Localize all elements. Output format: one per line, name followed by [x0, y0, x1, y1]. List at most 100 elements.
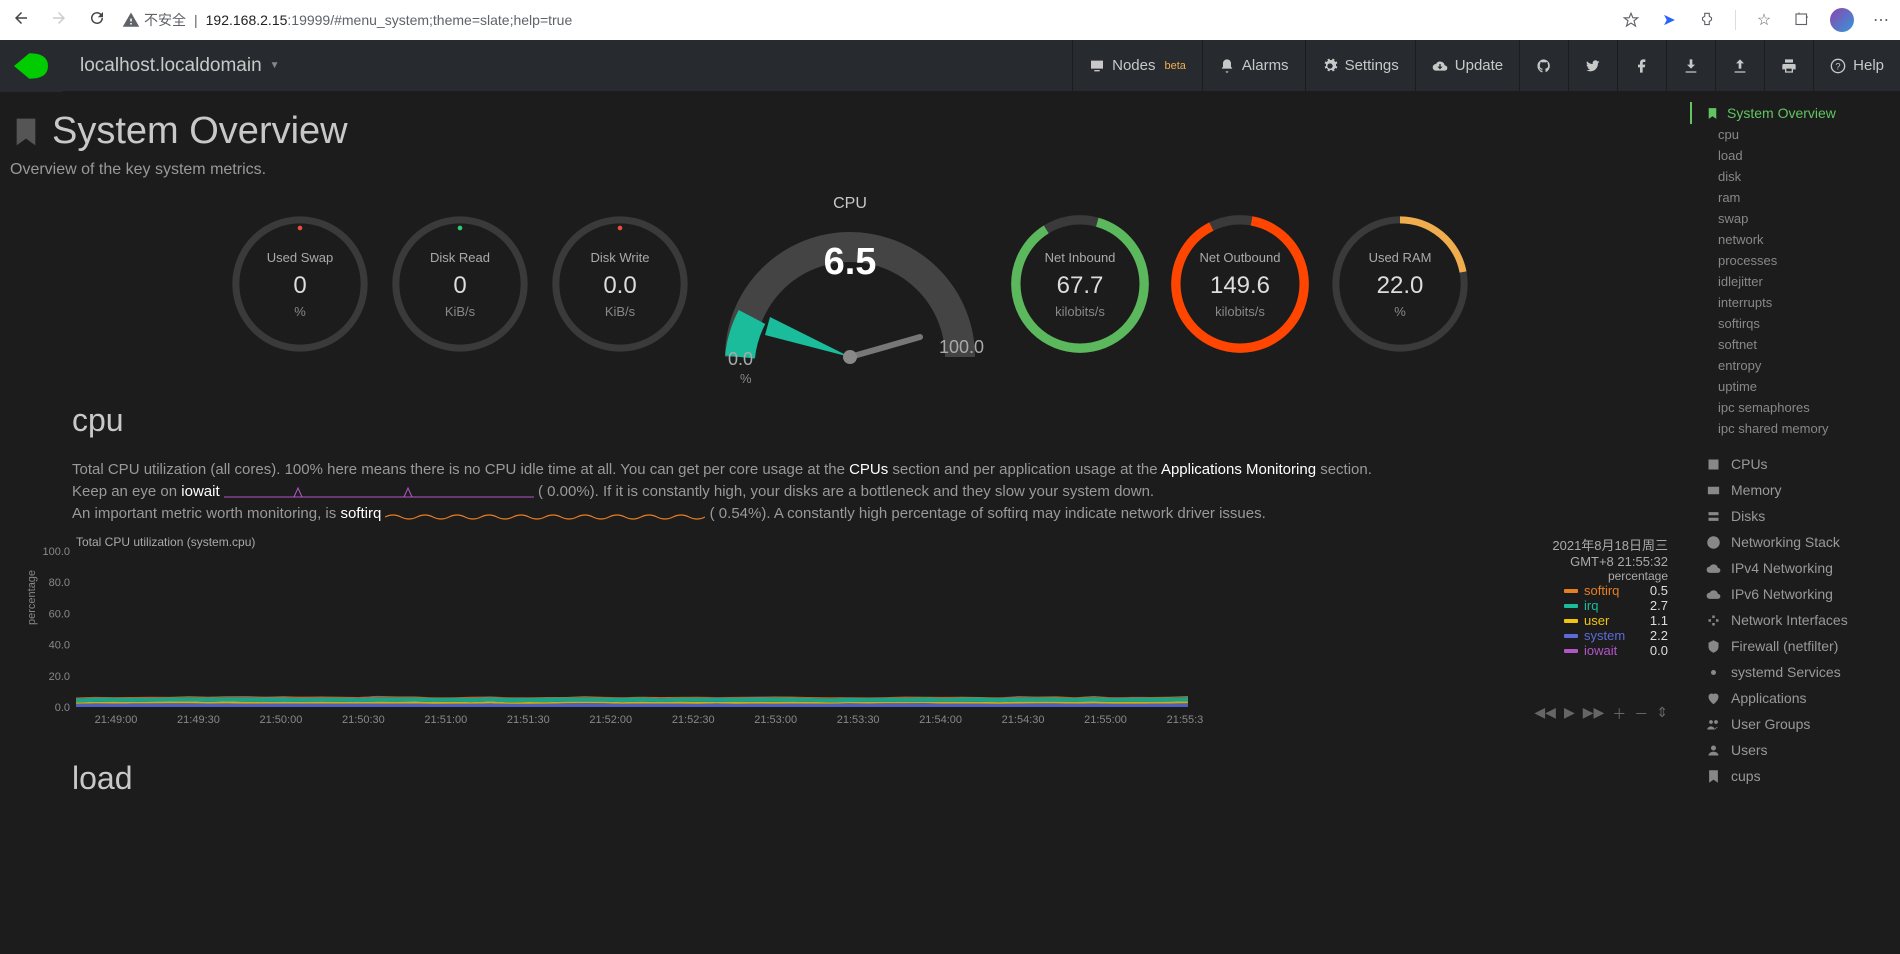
page-title: System Overview [52, 110, 348, 153]
cpu-description: Total CPU utilization (all cores). 100% … [72, 459, 1650, 525]
extension-icon-1[interactable]: ➤ [1659, 10, 1679, 30]
back-button[interactable] [8, 5, 34, 36]
nav-twitter[interactable] [1568, 40, 1617, 91]
sidebar-cat-memory[interactable]: Memory [1690, 477, 1900, 503]
sidebar-cat-cpus[interactable]: CPUs [1690, 451, 1900, 477]
gauge-disk-read[interactable]: Disk Read 0 KiB/s [390, 214, 530, 354]
forward-button[interactable] [46, 5, 72, 36]
nav-settings[interactable]: Settings [1305, 40, 1415, 91]
sidebar-cat-disks[interactable]: Disks [1690, 503, 1900, 529]
monitor-icon [1089, 58, 1105, 74]
netdata-navbar: localhost.localdomain▼ Nodesbeta Alarms … [0, 40, 1900, 92]
svg-text:60.0: 60.0 [49, 608, 70, 620]
cpu-chart[interactable]: Total CPU utilization (system.cpu) perce… [28, 535, 1690, 730]
svg-text:21:51:00: 21:51:00 [424, 714, 467, 725]
chart-rewind-icon[interactable]: ◀◀ [1534, 704, 1556, 724]
sidebar-sub-network[interactable]: network [1690, 229, 1900, 250]
category-icon [1706, 483, 1721, 498]
main-content: System Overview Overview of the key syst… [0, 92, 1690, 954]
chart-zoomin-icon[interactable]: ＋ [1612, 704, 1626, 724]
nav-github[interactable] [1519, 40, 1568, 91]
svg-text:20.0: 20.0 [49, 671, 70, 683]
github-icon [1536, 58, 1552, 74]
gauge-net-inbound[interactable]: Net Inbound 67.7 kilobits/s [1010, 214, 1150, 354]
svg-text:80.0: 80.0 [49, 577, 70, 589]
extension-icon-2[interactable] [1697, 10, 1717, 30]
sidebar-sub-softnet[interactable]: softnet [1690, 334, 1900, 355]
sidebar-cat-network-interfaces[interactable]: Network Interfaces [1690, 607, 1900, 633]
nav-nodes[interactable]: Nodesbeta [1072, 40, 1202, 91]
profile-avatar[interactable] [1830, 8, 1854, 32]
nav-upload[interactable] [1715, 40, 1764, 91]
sidebar-sub-ipc-semaphores[interactable]: ipc semaphores [1690, 397, 1900, 418]
nav-alarms[interactable]: Alarms [1202, 40, 1305, 91]
address-bar[interactable]: 不安全 | 192.168.2.15:19999/#menu_system;th… [122, 10, 1609, 30]
sidebar-sub-load[interactable]: load [1690, 145, 1900, 166]
sidebar-sub-processes[interactable]: processes [1690, 250, 1900, 271]
category-icon [1706, 587, 1721, 602]
sidebar-sub-ipc-shared-memory[interactable]: ipc shared memory [1690, 418, 1900, 439]
gauge-net-outbound[interactable]: Net Outbound 149.6 kilobits/s [1170, 214, 1310, 354]
sidebar-sub-ram[interactable]: ram [1690, 187, 1900, 208]
chart-play-icon[interactable]: ▶ [1564, 704, 1575, 724]
gauges-row: Used Swap 0 % Disk Read 0 KiB/s Disk Wri… [10, 195, 1690, 372]
gauge-cpu[interactable]: CPU 6.5 0.0 100.0 % [710, 195, 990, 372]
svg-text:21:51:30: 21:51:30 [507, 714, 550, 725]
svg-text:21:50:00: 21:50:00 [260, 714, 303, 725]
svg-text:21:50:30: 21:50:30 [342, 714, 385, 725]
browser-actions: ➤ ☆ ⋯ [1621, 8, 1892, 32]
category-icon [1706, 613, 1721, 628]
nav-help[interactable]: ? Help [1813, 40, 1900, 91]
sidebar-cat-applications[interactable]: Applications [1690, 685, 1900, 711]
nav-facebook[interactable] [1617, 40, 1666, 91]
nav-print[interactable] [1764, 40, 1813, 91]
sidebar-cat-systemd-services[interactable]: systemd Services [1690, 659, 1900, 685]
svg-text:21:54:30: 21:54:30 [1002, 714, 1045, 725]
sidebar-cat-user-groups[interactable]: User Groups [1690, 711, 1900, 737]
chart-resize-icon[interactable]: ⇕ [1656, 704, 1668, 724]
sidebar-sub-softirqs[interactable]: softirqs [1690, 313, 1900, 334]
star-icon[interactable] [1621, 10, 1641, 30]
sidebar-sub-interrupts[interactable]: interrupts [1690, 292, 1900, 313]
more-icon[interactable]: ⋯ [1872, 10, 1892, 30]
gauge-used-ram[interactable]: Used RAM 22.0 % [1330, 214, 1470, 354]
chart-forward-icon[interactable]: ▶▶ [1583, 704, 1605, 724]
chevron-down-icon: ▼ [270, 60, 280, 71]
bookmark-icon [1706, 107, 1719, 120]
sidebar-sub-disk[interactable]: disk [1690, 166, 1900, 187]
collections-icon[interactable] [1792, 10, 1812, 30]
netdata-logo[interactable] [0, 40, 62, 92]
url-separator: | [194, 12, 198, 28]
sidebar-sub-entropy[interactable]: entropy [1690, 355, 1900, 376]
browser-toolbar: 不安全 | 192.168.2.15:19999/#menu_system;th… [0, 0, 1900, 40]
nav-download[interactable] [1666, 40, 1715, 91]
nav-update[interactable]: Update [1415, 40, 1519, 91]
category-icon [1706, 717, 1721, 732]
chart-legend: 2021年8月18日周三 GMT+8 21:55:32 percentage s… [1552, 535, 1668, 658]
sidebar-cat-cups[interactable]: cups [1690, 763, 1900, 789]
svg-text:21:53:00: 21:53:00 [754, 714, 797, 725]
reload-button[interactable] [84, 5, 110, 36]
page-subtitle: Overview of the key system metrics. [10, 161, 1690, 179]
sidebar-item-overview[interactable]: System Overview [1690, 102, 1900, 124]
sidebar-cat-firewall-netfilter-[interactable]: Firewall (netfilter) [1690, 633, 1900, 659]
sidebar-cat-users[interactable]: Users [1690, 737, 1900, 763]
sidebar-sub-idlejitter[interactable]: idlejitter [1690, 271, 1900, 292]
upload-icon [1732, 58, 1748, 74]
gauge-disk-write[interactable]: Disk Write 0.0 KiB/s [550, 214, 690, 354]
cloud-download-icon [1432, 58, 1448, 74]
sidebar-sub-swap[interactable]: swap [1690, 208, 1900, 229]
download-icon [1683, 58, 1699, 74]
url-text: 192.168.2.15:19999/#menu_system;theme=sl… [206, 12, 573, 28]
favorites-icon[interactable]: ☆ [1754, 10, 1774, 30]
gauge-used-swap[interactable]: Used Swap 0 % [230, 214, 370, 354]
sidebar-sub-uptime[interactable]: uptime [1690, 376, 1900, 397]
sidebar-cat-networking-stack[interactable]: Networking Stack [1690, 529, 1900, 555]
host-dropdown[interactable]: localhost.localdomain▼ [62, 55, 298, 77]
right-sidebar: System Overview cpuloaddiskramswapnetwor… [1690, 92, 1900, 954]
sidebar-sub-cpu[interactable]: cpu [1690, 124, 1900, 145]
facebook-icon [1634, 58, 1650, 74]
chart-zoomout-icon[interactable]: － [1634, 704, 1648, 724]
sidebar-cat-ipv6-networking[interactable]: IPv6 Networking [1690, 581, 1900, 607]
sidebar-cat-ipv4-networking[interactable]: IPv4 Networking [1690, 555, 1900, 581]
